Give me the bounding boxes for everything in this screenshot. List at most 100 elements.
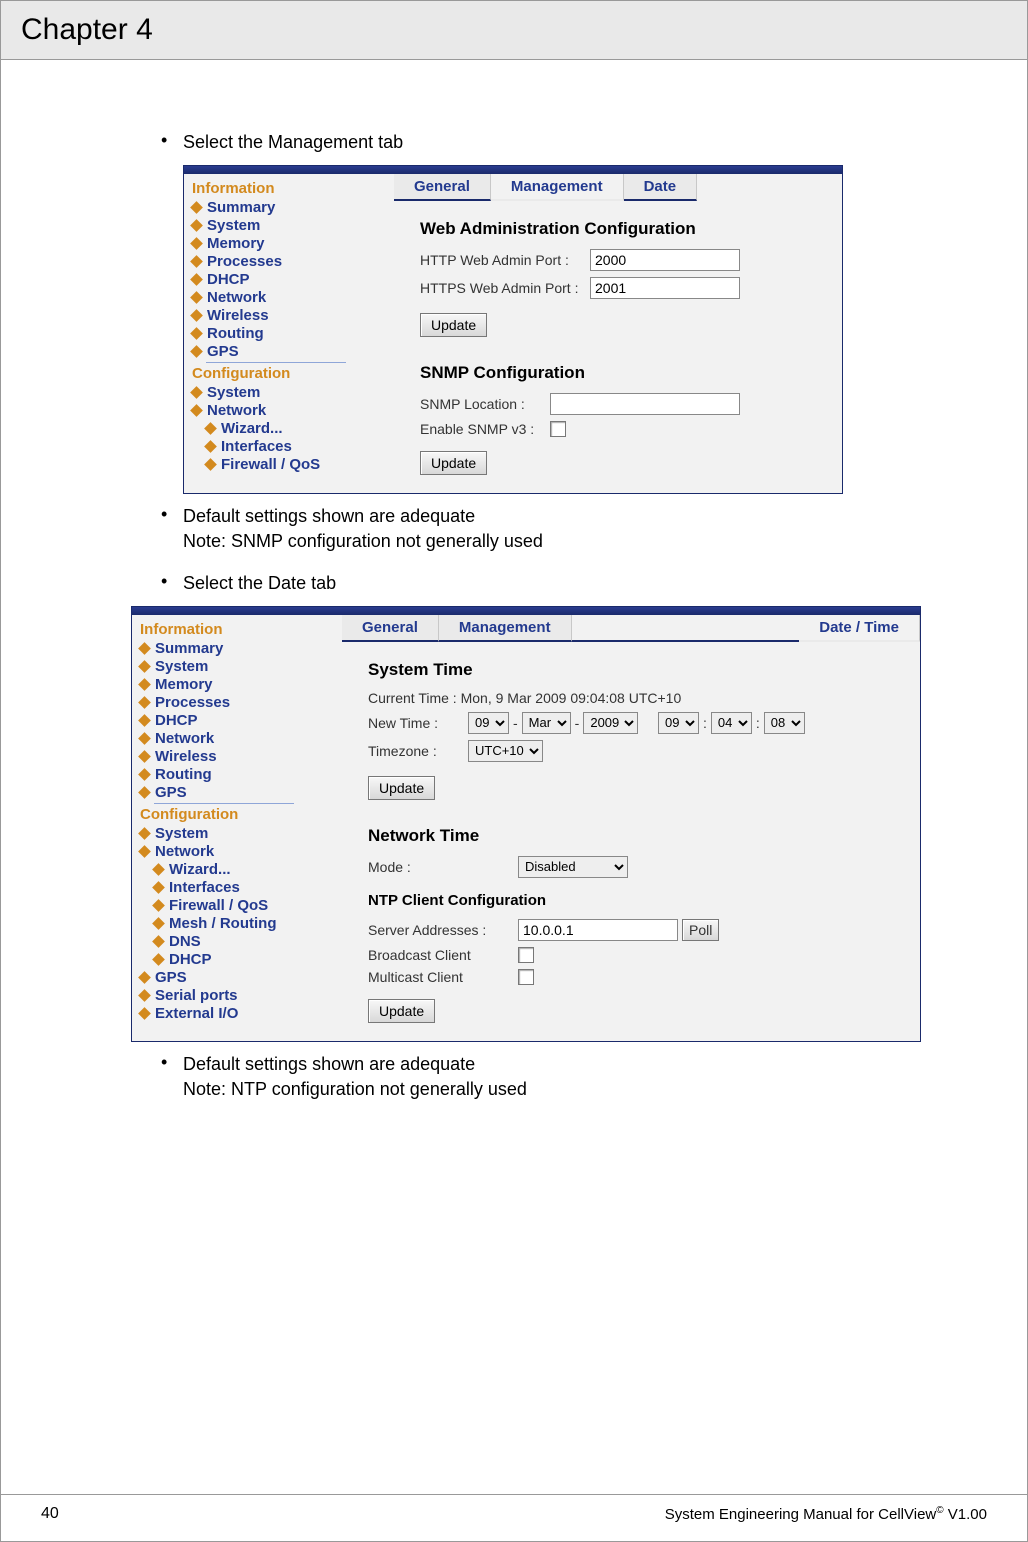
sidebar-item-label: Routing	[155, 766, 212, 783]
snmp-v3-label: Enable SNMP v3 :	[420, 421, 550, 437]
sidebar-item-config-network[interactable]: Network	[192, 402, 394, 419]
diamond-icon	[138, 845, 151, 858]
diamond-icon	[190, 327, 203, 340]
new-time-hour-select[interactable]: 09	[658, 712, 699, 734]
sidebar-item-external-io[interactable]: External I/O	[140, 1005, 342, 1022]
sidebar-item-processes[interactable]: Processes	[192, 253, 394, 270]
tab-management[interactable]: Management	[491, 174, 624, 201]
sidebar-item-routing[interactable]: Routing	[140, 766, 342, 783]
sidebar-item-label: External I/O	[155, 1005, 238, 1022]
tab-date[interactable]: Date	[624, 174, 698, 201]
sidebar-item-system[interactable]: System	[192, 217, 394, 234]
sidebar-item-gps[interactable]: GPS	[140, 784, 342, 801]
sidebar-item-mesh[interactable]: Mesh / Routing	[154, 915, 342, 932]
sidebar-item-config-system[interactable]: System	[140, 825, 342, 842]
sidebar-item-label: Wireless	[155, 748, 217, 765]
diamond-icon	[152, 953, 165, 966]
new-time-sec-select[interactable]: 08	[764, 712, 805, 734]
sidebar-item-dns[interactable]: DNS	[154, 933, 342, 950]
sidebar-item-serial[interactable]: Serial ports	[140, 987, 342, 1004]
timezone-select[interactable]: UTC+10	[468, 740, 543, 762]
update-button-snmp[interactable]: Update	[420, 451, 487, 475]
sidebar-section-information: Information	[140, 621, 342, 638]
mode-label: Mode :	[368, 859, 518, 875]
sidebar-item-summary[interactable]: Summary	[192, 199, 394, 216]
multicast-checkbox[interactable]	[518, 969, 534, 985]
diamond-icon	[190, 201, 203, 214]
sidebar-item-label: DHCP	[155, 712, 198, 729]
snmp-location-input[interactable]	[550, 393, 740, 415]
server-addr-input[interactable]	[518, 919, 678, 941]
window-titlebar	[132, 607, 920, 615]
tab-management[interactable]: Management	[439, 615, 572, 642]
tab-general[interactable]: General	[342, 615, 439, 642]
sidebar-item-label: Memory	[155, 676, 213, 693]
new-time-min-select[interactable]: 04	[711, 712, 752, 734]
screenshot-date: Information Summary System Memory Proces…	[131, 606, 921, 1042]
sidebar-item-wireless[interactable]: Wireless	[192, 307, 394, 324]
snmp-v3-checkbox[interactable]	[550, 421, 566, 437]
broadcast-checkbox[interactable]	[518, 947, 534, 963]
bullet-text: Select the Date tab	[183, 571, 336, 596]
snmp-location-label: SNMP Location :	[420, 396, 550, 412]
sidebar-item-memory[interactable]: Memory	[192, 235, 394, 252]
sidebar-item-routing[interactable]: Routing	[192, 325, 394, 342]
sidebar-item-config-dhcp[interactable]: DHCP	[154, 951, 342, 968]
update-button-web[interactable]: Update	[420, 313, 487, 337]
sidebar-item-interfaces[interactable]: Interfaces	[154, 879, 342, 896]
main-panel: General Management Date Web Administrati…	[394, 174, 842, 493]
diamond-icon	[190, 237, 203, 250]
https-port-input[interactable]	[590, 277, 740, 299]
diamond-icon	[190, 309, 203, 322]
divider	[154, 803, 294, 804]
mode-select[interactable]: Disabled	[518, 856, 628, 878]
diamond-icon	[152, 899, 165, 912]
new-time-day-select[interactable]: 09	[468, 712, 509, 734]
sidebar-item-config-gps[interactable]: GPS	[140, 969, 342, 986]
nav-sidebar: Information Summary System Memory Proces…	[184, 174, 394, 493]
update-button-nettime[interactable]: Update	[368, 999, 435, 1023]
row-multicast: Multicast Client	[368, 969, 920, 985]
nav-sidebar: Information Summary System Memory Proces…	[132, 615, 342, 1041]
sidebar-item-firewall[interactable]: Firewall / QoS	[206, 456, 394, 473]
diamond-icon	[204, 422, 217, 435]
sidebar-item-gps[interactable]: GPS	[192, 343, 394, 360]
tab-general[interactable]: General	[394, 174, 491, 201]
diamond-icon	[138, 971, 151, 984]
diamond-icon	[138, 660, 151, 673]
tab-date-time[interactable]: Date / Time	[799, 615, 920, 642]
sidebar-item-processes[interactable]: Processes	[140, 694, 342, 711]
row-new-time: New Time : 09 - Mar - 2009 09 : 04 :	[368, 712, 920, 734]
sidebar-item-wizard[interactable]: Wizard...	[154, 861, 342, 878]
poll-button[interactable]: Poll	[682, 919, 719, 941]
diamond-icon	[152, 935, 165, 948]
diamond-icon	[152, 917, 165, 930]
sidebar-item-memory[interactable]: Memory	[140, 676, 342, 693]
sidebar-item-config-system[interactable]: System	[192, 384, 394, 401]
bullet-item: • Select the Date tab	[161, 571, 957, 596]
sidebar-item-config-network[interactable]: Network	[140, 843, 342, 860]
new-time-year-select[interactable]: 2009	[583, 712, 638, 734]
sidebar-item-network[interactable]: Network	[140, 730, 342, 747]
sidebar-item-summary[interactable]: Summary	[140, 640, 342, 657]
sidebar-item-firewall[interactable]: Firewall / QoS	[154, 897, 342, 914]
sidebar-item-network[interactable]: Network	[192, 289, 394, 306]
sidebar-item-dhcp[interactable]: DHCP	[140, 712, 342, 729]
sidebar-item-wireless[interactable]: Wireless	[140, 748, 342, 765]
new-time-month-select[interactable]: Mar	[522, 712, 571, 734]
update-button-systime[interactable]: Update	[368, 776, 435, 800]
sidebar-item-wizard[interactable]: Wizard...	[206, 420, 394, 437]
sidebar-item-system[interactable]: System	[140, 658, 342, 675]
sidebar-item-dhcp[interactable]: DHCP	[192, 271, 394, 288]
diamond-icon	[138, 786, 151, 799]
sidebar-item-label: Firewall / QoS	[221, 456, 320, 473]
main-panel: General Management Date / Time System Ti…	[342, 615, 920, 1041]
sidebar-item-label: Wireless	[207, 307, 269, 324]
diamond-icon	[190, 404, 203, 417]
sidebar-item-interfaces[interactable]: Interfaces	[206, 438, 394, 455]
sep: :	[703, 715, 707, 731]
http-port-input[interactable]	[590, 249, 740, 271]
diamond-icon	[138, 696, 151, 709]
section-title-webadmin: Web Administration Configuration	[420, 219, 842, 239]
sidebar-item-label: Network	[155, 730, 214, 747]
